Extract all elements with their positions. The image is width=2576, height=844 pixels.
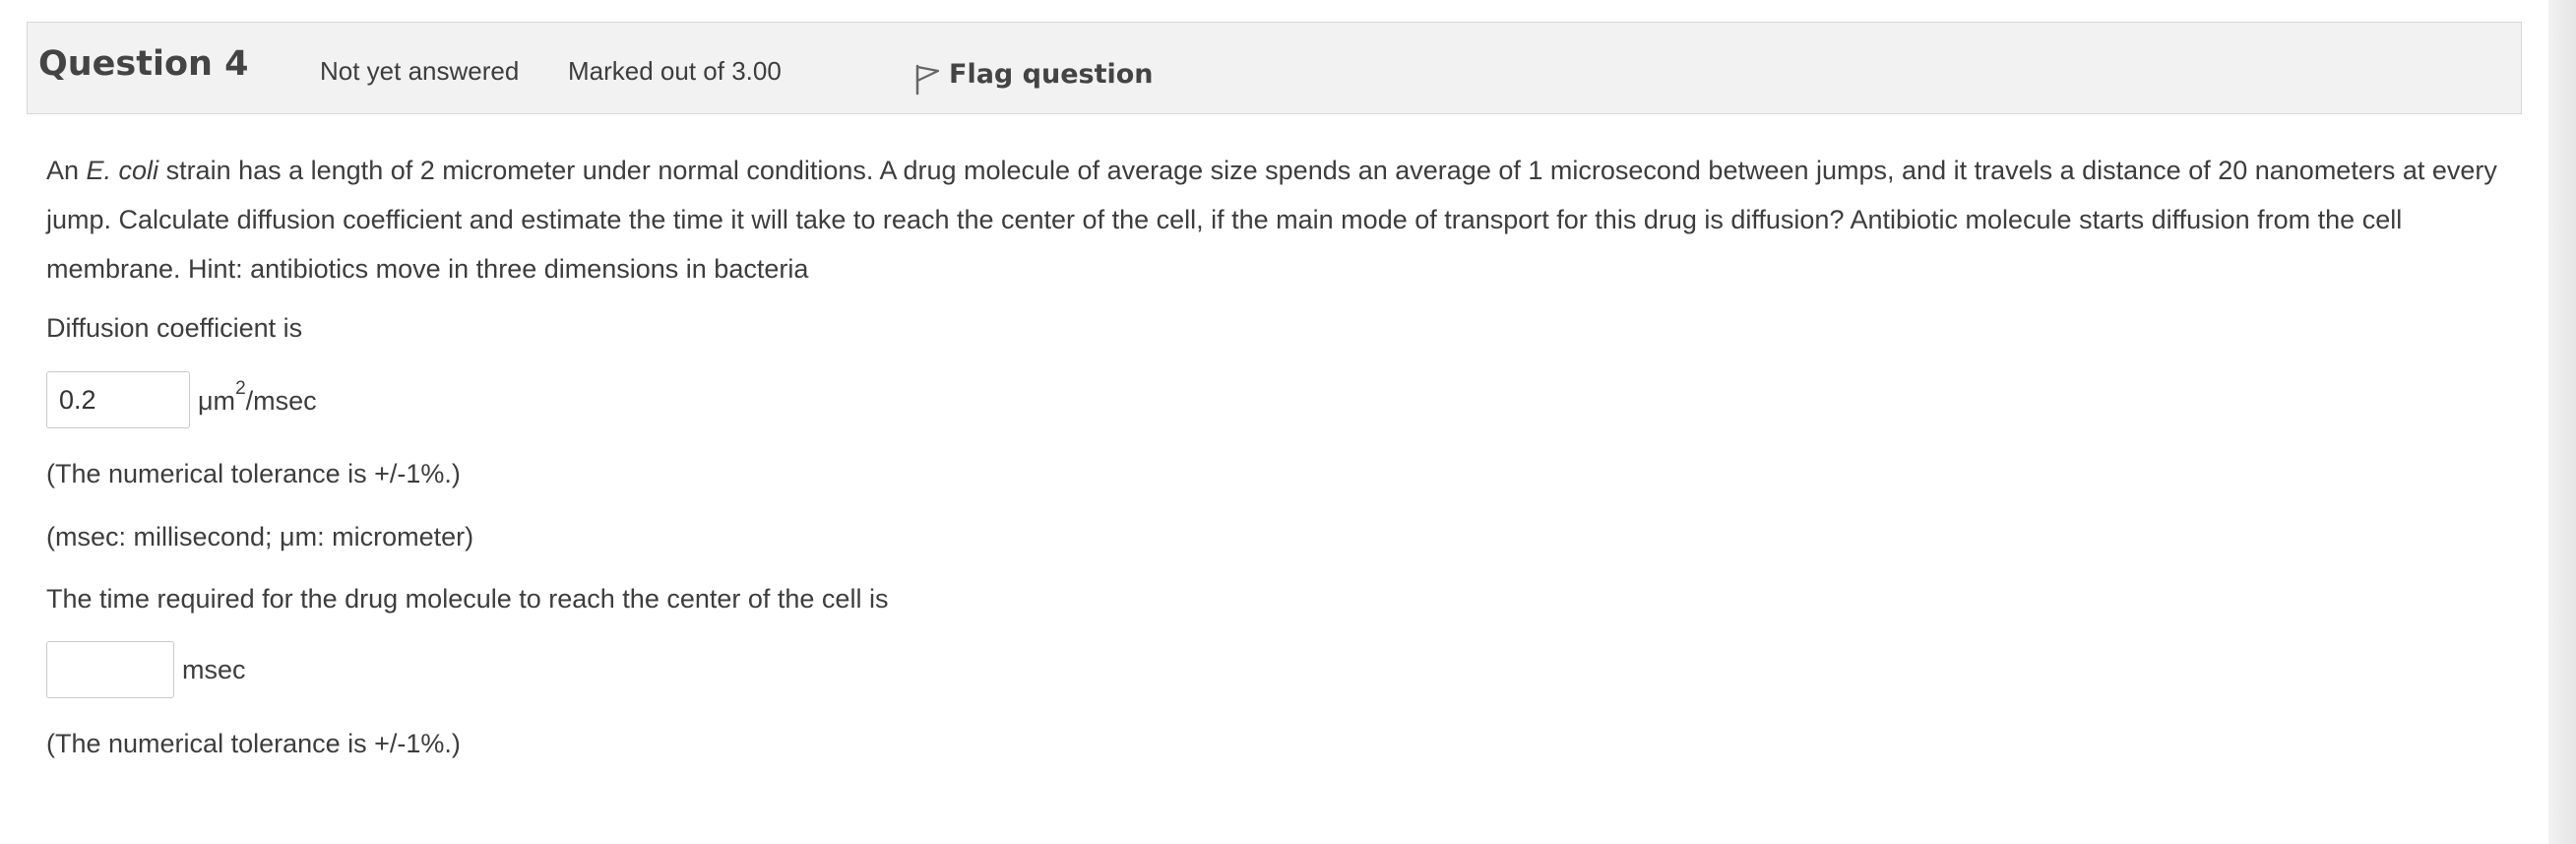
question-text-lead: An <box>46 156 87 185</box>
question-info-bar: Question 4 Not yet answered Marked out o… <box>27 22 2522 114</box>
part1-unit-rest: /msec <box>245 385 317 416</box>
part1-unit-base: μm <box>198 385 236 416</box>
question-text-body: strain has a length of 2 micrometer unde… <box>46 156 2497 284</box>
scrollbar-track[interactable] <box>2548 0 2576 844</box>
part1-prompt: Diffusion coefficient is <box>46 313 303 343</box>
diffusion-coefficient-input[interactable] <box>46 371 190 428</box>
part1-tolerance: (The numerical tolerance is +/-1%.) <box>46 459 461 488</box>
part2-tolerance: (The numerical tolerance is +/-1%.) <box>46 729 461 758</box>
question-title: Question 4 <box>38 44 249 84</box>
part2-unit: msec <box>182 654 246 684</box>
question-text-block: An E. coli strain has a length of 2 micr… <box>46 146 2507 293</box>
question-text: An E. coli strain has a length of 2 micr… <box>46 146 2502 293</box>
part1-answer-row: μm2/msec <box>46 371 317 428</box>
part1-unit-exponent: 2 <box>235 377 246 399</box>
flag-outline-icon <box>915 64 940 96</box>
question-state: Not yet answered <box>320 56 520 86</box>
part2-prompt: The time required for the drug molecule … <box>46 584 889 614</box>
flag-question-label: Flag question <box>949 58 1154 90</box>
flag-question-button[interactable]: Flag question <box>913 52 1154 96</box>
question-text-organism: E. coli <box>86 156 159 185</box>
part2-answer-row: msec <box>46 641 246 698</box>
part1-unit: μm2/msec <box>198 378 317 417</box>
time-required-input[interactable] <box>46 641 174 698</box>
units-note: (msec: millisecond; μm: micrometer) <box>46 522 474 552</box>
question-grade: Marked out of 3.00 <box>568 56 782 86</box>
